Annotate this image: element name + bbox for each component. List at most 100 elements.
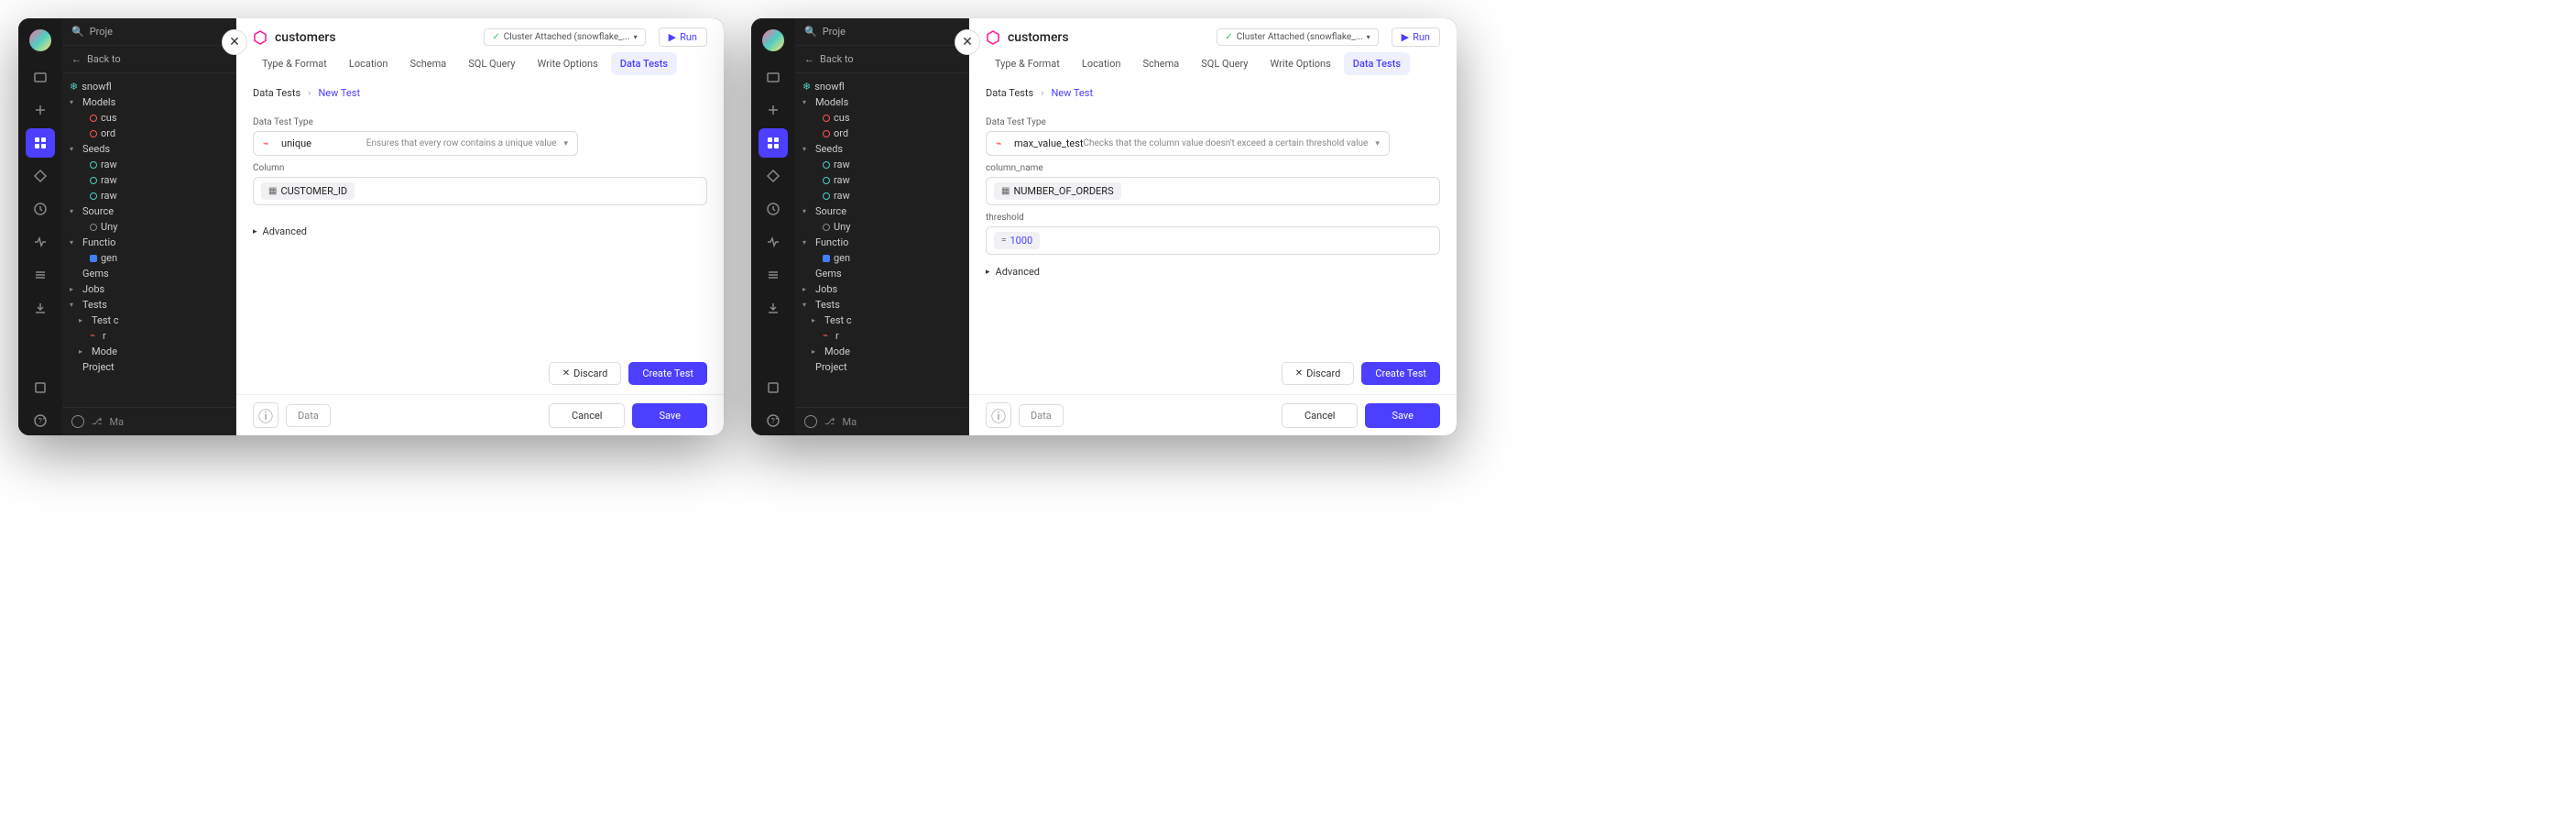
cancel-button[interactable]: Cancel — [549, 403, 625, 428]
project-item[interactable]: Project — [795, 359, 968, 375]
run-button[interactable]: ▶Run — [1392, 27, 1440, 47]
tab-write-options[interactable]: Write Options — [1261, 52, 1340, 75]
seed-raw2[interactable]: raw — [62, 172, 235, 188]
grid-icon[interactable] — [759, 128, 788, 158]
clock-icon[interactable] — [759, 194, 788, 224]
test-type-select[interactable]: ⌁max_value_testChecks that the column va… — [986, 131, 1390, 156]
bc-data-tests[interactable]: Data Tests — [253, 87, 300, 99]
folder-icon[interactable] — [26, 62, 55, 92]
save-button[interactable]: Save — [1365, 403, 1440, 428]
diamond-icon[interactable] — [26, 161, 55, 191]
tab-location[interactable]: Location — [340, 52, 398, 75]
plus-icon[interactable] — [759, 95, 788, 125]
tests-folder[interactable]: ▾Tests — [795, 297, 968, 313]
test-c[interactable]: ▸Test c — [62, 313, 235, 328]
gems-folder[interactable]: Gems — [62, 266, 235, 281]
sources-folder[interactable]: ▾Source — [62, 203, 235, 219]
model-cus[interactable]: cus — [795, 110, 968, 126]
tab-sql-query[interactable]: SQL Query — [1192, 52, 1257, 75]
run-button[interactable]: ▶Run — [659, 27, 707, 47]
stack-icon[interactable] — [759, 260, 788, 290]
box-icon[interactable] — [26, 373, 55, 402]
create-test-button[interactable]: Create Test — [1361, 362, 1440, 385]
snowflake-item[interactable]: ❄snowfl — [62, 79, 235, 94]
model-tests[interactable]: ▸Mode — [795, 344, 968, 359]
tests-folder[interactable]: ▾Tests — [62, 297, 235, 313]
tab-type-format[interactable]: Type & Format — [986, 52, 1069, 75]
close-button[interactable]: ✕ — [955, 29, 980, 55]
data-button[interactable]: Data — [1019, 404, 1064, 427]
grid-icon[interactable] — [26, 128, 55, 158]
data-button[interactable]: Data — [286, 404, 331, 427]
snowflake-item[interactable]: ❄snowfl — [795, 79, 968, 94]
seeds-folder[interactable]: ▾Seeds — [62, 141, 235, 157]
seed-raw1[interactable]: raw — [62, 157, 235, 172]
plus-icon[interactable] — [26, 95, 55, 125]
model-tests[interactable]: ▸Mode — [62, 344, 235, 359]
test-c[interactable]: ▸Test c — [795, 313, 968, 328]
search-icon[interactable]: 🔍 — [804, 26, 817, 38]
folder-icon[interactable] — [759, 62, 788, 92]
more-icon[interactable]: ⋯ — [766, 412, 780, 426]
models-folder[interactable]: ▾Models — [62, 94, 235, 110]
info-button[interactable]: ⓘ — [986, 402, 1011, 428]
threshold-input[interactable]: =1000 — [986, 226, 1440, 255]
func-gen[interactable]: gen — [62, 250, 235, 266]
model-ord[interactable]: ord — [62, 126, 235, 141]
back-button[interactable]: ←Back to — [62, 46, 235, 73]
cluster-selector[interactable]: ✓Cluster Attached (snowflake_...▾ — [1217, 28, 1378, 46]
diamond-icon[interactable] — [759, 161, 788, 191]
stack-icon[interactable] — [26, 260, 55, 290]
column-input[interactable]: ▦CUSTOMER_ID — [253, 177, 707, 205]
info-button[interactable]: ⓘ — [253, 402, 278, 428]
close-button[interactable]: ✕ — [222, 29, 247, 55]
tab-schema[interactable]: Schema — [1133, 52, 1188, 75]
search-icon[interactable]: 🔍 — [71, 26, 84, 38]
test-r[interactable]: ⌁r — [62, 328, 235, 344]
tab-location[interactable]: Location — [1073, 52, 1130, 75]
cluster-selector[interactable]: ✓Cluster Attached (snowflake_...▾ — [484, 28, 645, 46]
column-input[interactable]: ▦NUMBER_OF_ORDERS — [986, 177, 1440, 205]
project-item[interactable]: Project — [62, 359, 235, 375]
back-button[interactable]: ←Back to — [795, 46, 968, 73]
clock-icon[interactable] — [26, 194, 55, 224]
pulse-icon[interactable] — [759, 227, 788, 257]
bc-data-tests[interactable]: Data Tests — [986, 87, 1033, 99]
model-ord[interactable]: ord — [795, 126, 968, 141]
tab-sql-query[interactable]: SQL Query — [459, 52, 524, 75]
test-r[interactable]: ⌁r — [795, 328, 968, 344]
box-icon[interactable] — [759, 373, 788, 402]
func-gen[interactable]: gen — [795, 250, 968, 266]
test-type-select[interactable]: ⌁uniqueEnsures that every row contains a… — [253, 131, 578, 156]
tab-type-format[interactable]: Type & Format — [253, 52, 336, 75]
seed-raw1[interactable]: raw — [795, 157, 968, 172]
create-test-button[interactable]: Create Test — [628, 362, 707, 385]
source-uny[interactable]: Uny — [62, 219, 235, 235]
seed-raw3[interactable]: raw — [795, 188, 968, 203]
jobs-folder[interactable]: ▸Jobs — [795, 281, 968, 297]
functions-folder[interactable]: ▾Functio — [795, 235, 968, 250]
save-button[interactable]: Save — [632, 403, 707, 428]
model-cus[interactable]: cus — [62, 110, 235, 126]
tab-schema[interactable]: Schema — [400, 52, 455, 75]
seed-raw2[interactable]: raw — [795, 172, 968, 188]
gems-folder[interactable]: Gems — [795, 266, 968, 281]
download-icon[interactable] — [759, 293, 788, 323]
download-icon[interactable] — [26, 293, 55, 323]
discard-button[interactable]: ✕Discard — [549, 362, 622, 385]
functions-folder[interactable]: ▾Functio — [62, 235, 235, 250]
seeds-folder[interactable]: ▾Seeds — [795, 141, 968, 157]
jobs-folder[interactable]: ▸Jobs — [62, 281, 235, 297]
more-icon[interactable]: ⋯ — [33, 412, 47, 426]
tab-write-options[interactable]: Write Options — [529, 52, 607, 75]
tab-data-tests[interactable]: Data Tests — [1344, 52, 1410, 75]
tab-data-tests[interactable]: Data Tests — [611, 52, 677, 75]
sources-folder[interactable]: ▾Source — [795, 203, 968, 219]
models-folder[interactable]: ▾Models — [795, 94, 968, 110]
advanced-toggle[interactable]: ▸Advanced — [236, 214, 724, 248]
source-uny[interactable]: Uny — [795, 219, 968, 235]
discard-button[interactable]: ✕Discard — [1282, 362, 1355, 385]
advanced-toggle[interactable]: ▸Advanced — [969, 255, 1457, 289]
pulse-icon[interactable] — [26, 227, 55, 257]
cancel-button[interactable]: Cancel — [1282, 403, 1358, 428]
